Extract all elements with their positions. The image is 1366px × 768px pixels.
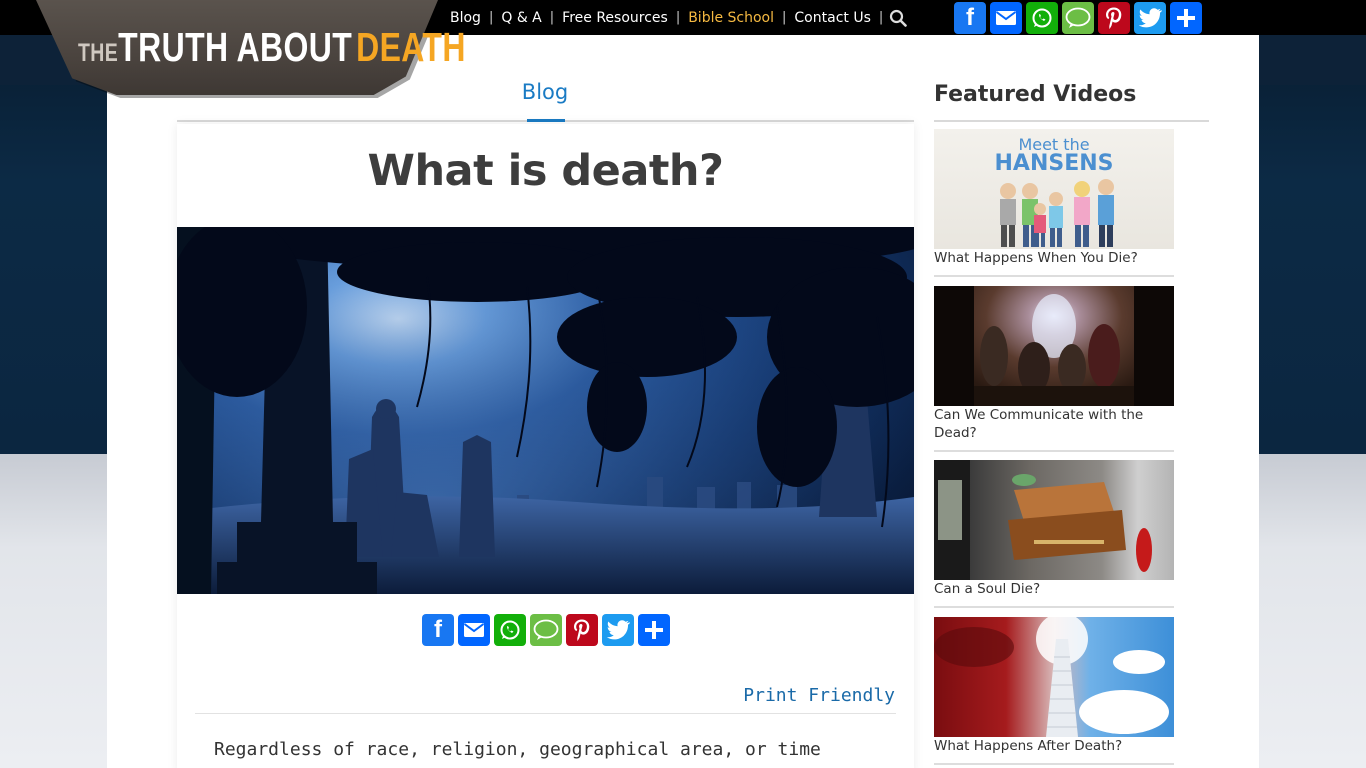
- video-divider: [934, 763, 1174, 765]
- share-facebook-button[interactable]: f: [422, 614, 454, 646]
- share-facebook-button[interactable]: f: [954, 2, 986, 34]
- video-divider: [934, 450, 1174, 452]
- email-icon: [463, 623, 485, 637]
- nav-contact-us[interactable]: Contact Us: [786, 10, 878, 26]
- share-pinterest-button[interactable]: [566, 614, 598, 646]
- nav-qa[interactable]: Q & A: [493, 10, 549, 26]
- sidebar-divider: [934, 120, 1209, 122]
- casket-illustration: [934, 460, 1152, 580]
- nav-free-resources[interactable]: Free Resources: [554, 10, 676, 26]
- site-logo[interactable]: THETRUTH ABOUT DEATH: [78, 24, 466, 71]
- search-button[interactable]: [883, 0, 913, 35]
- logo-truth-about: TRUTH ABOUT: [118, 24, 353, 70]
- facebook-icon: f: [434, 616, 442, 643]
- plus-icon: [645, 621, 663, 639]
- video-thumbnail[interactable]: [934, 286, 1174, 406]
- tab-active-indicator: [527, 119, 565, 122]
- video-divider: [934, 606, 1174, 608]
- email-icon: [995, 11, 1017, 25]
- video-thumbnail[interactable]: [934, 617, 1174, 737]
- plus-icon: [1177, 9, 1195, 27]
- share-email-button[interactable]: [458, 614, 490, 646]
- post-card: What is death? f Print Friendly Regardle…: [177, 124, 914, 768]
- family-illustration: [1000, 179, 1114, 247]
- video-divider: [934, 275, 1174, 277]
- share-twitter-button[interactable]: [602, 614, 634, 646]
- logo-the: THE: [78, 39, 119, 67]
- featured-videos-title: Featured Videos: [934, 82, 1137, 107]
- twitter-icon: [1138, 8, 1162, 28]
- post-body-text: Regardless of race, religion, geographic…: [214, 739, 821, 760]
- sms-icon: [1065, 7, 1091, 28]
- stairway-illustration: [934, 617, 1169, 737]
- facebook-icon: f: [966, 4, 974, 31]
- content-panel: Blog What is death? f Print Friendly Reg…: [107, 35, 1259, 768]
- whatsapp-icon: [1032, 8, 1052, 28]
- post-title: What is death?: [367, 146, 724, 196]
- share-email-button[interactable]: [990, 2, 1022, 34]
- sms-icon: [533, 619, 559, 640]
- search-icon: [890, 9, 908, 27]
- share-more-button[interactable]: [1170, 2, 1202, 34]
- video-thumbnail[interactable]: Meet the HANSENS: [934, 129, 1174, 249]
- share-sms-button[interactable]: [1062, 2, 1094, 34]
- share-pinterest-button[interactable]: [1098, 2, 1130, 34]
- share-whatsapp-button[interactable]: [494, 614, 526, 646]
- graveyard-illustration: [177, 227, 914, 594]
- share-twitter-button[interactable]: [1134, 2, 1166, 34]
- pinterest-icon: [1106, 7, 1122, 29]
- video-caption[interactable]: What Happens When You Die?: [934, 249, 1174, 267]
- tab-blog[interactable]: Blog: [519, 80, 571, 104]
- post-hero-image: [177, 227, 914, 594]
- video-thumbnail[interactable]: [934, 460, 1174, 580]
- post-share-bar: f: [422, 614, 670, 646]
- nav-bible-school[interactable]: Bible School: [680, 10, 782, 26]
- video-item[interactable]: Can We Communicate with the Dead?: [934, 286, 1174, 452]
- share-whatsapp-button[interactable]: [1026, 2, 1058, 34]
- share-sms-button[interactable]: [530, 614, 562, 646]
- divider: [195, 713, 896, 714]
- main-nav: Blog | Q & A | Free Resources | Bible Sc…: [442, 0, 913, 35]
- video-caption[interactable]: Can a Soul Die?: [934, 580, 1174, 598]
- nav-blog[interactable]: Blog: [442, 10, 489, 26]
- header-share-bar: f: [954, 2, 1202, 34]
- print-friendly-link[interactable]: Print Friendly: [743, 685, 895, 706]
- whatsapp-icon: [500, 620, 520, 640]
- share-more-button[interactable]: [638, 614, 670, 646]
- pinterest-icon: [574, 619, 590, 641]
- video-item[interactable]: Meet the HANSENS What Happens When You D…: [934, 129, 1174, 277]
- video-item[interactable]: Can a Soul Die?: [934, 460, 1174, 608]
- twitter-icon: [606, 620, 630, 640]
- seance-illustration: [934, 286, 1174, 406]
- video-item[interactable]: What Happens After Death?: [934, 617, 1174, 765]
- video-caption[interactable]: Can We Communicate with the Dead?: [934, 406, 1174, 442]
- video-caption[interactable]: What Happens After Death?: [934, 737, 1174, 755]
